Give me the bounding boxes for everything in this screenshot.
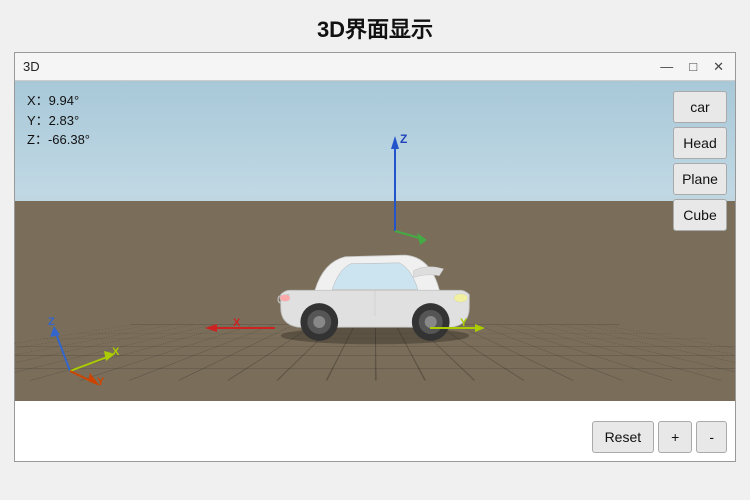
side-buttons-panel: car Head Plane Cube [673, 91, 735, 231]
svg-text:Y: Y [97, 376, 105, 386]
car-button[interactable]: car [673, 91, 727, 123]
plane-button[interactable]: Plane [673, 163, 727, 195]
close-button[interactable]: ✕ [710, 59, 727, 75]
3d-viewport[interactable]: X：9.94° Y：2.83° Z：-66.38° Z [15, 81, 735, 461]
maximize-button[interactable]: □ [686, 59, 700, 74]
titlebar: 3D — □ ✕ [15, 53, 735, 81]
coordinates-display: X：9.94° Y：2.83° Z：-66.38° [27, 91, 90, 150]
svg-text:Z: Z [48, 316, 55, 328]
3d-window: 3D — □ ✕ X：9.94° Y：2.83° Z：-66.38° Z [14, 52, 736, 462]
svg-text:Z: Z [400, 132, 407, 146]
corner-axes: Z X Y [45, 306, 125, 391]
reset-button[interactable]: Reset [592, 421, 655, 453]
zoom-in-button[interactable]: + [658, 421, 692, 453]
y-axis-indicator: Y [430, 318, 490, 343]
head-button[interactable]: Head [673, 127, 727, 159]
svg-text:Y: Y [460, 318, 468, 329]
z-coord: Z：-66.38° [27, 130, 90, 150]
minimize-button[interactable]: — [657, 59, 676, 74]
zoom-out-button[interactable]: - [696, 421, 727, 453]
page-title: 3D界面显示 [0, 0, 750, 52]
x-axis-indicator: X [195, 318, 275, 343]
window-controls: — □ ✕ [657, 59, 727, 75]
cube-button[interactable]: Cube [673, 199, 727, 231]
window-title: 3D [23, 59, 40, 74]
bottom-toolbar: Reset + - [592, 421, 727, 453]
svg-text:X: X [112, 346, 120, 358]
x-coord: X：9.94° [27, 91, 90, 111]
y-coord: Y：2.83° [27, 111, 90, 131]
svg-text:X: X [233, 318, 241, 329]
